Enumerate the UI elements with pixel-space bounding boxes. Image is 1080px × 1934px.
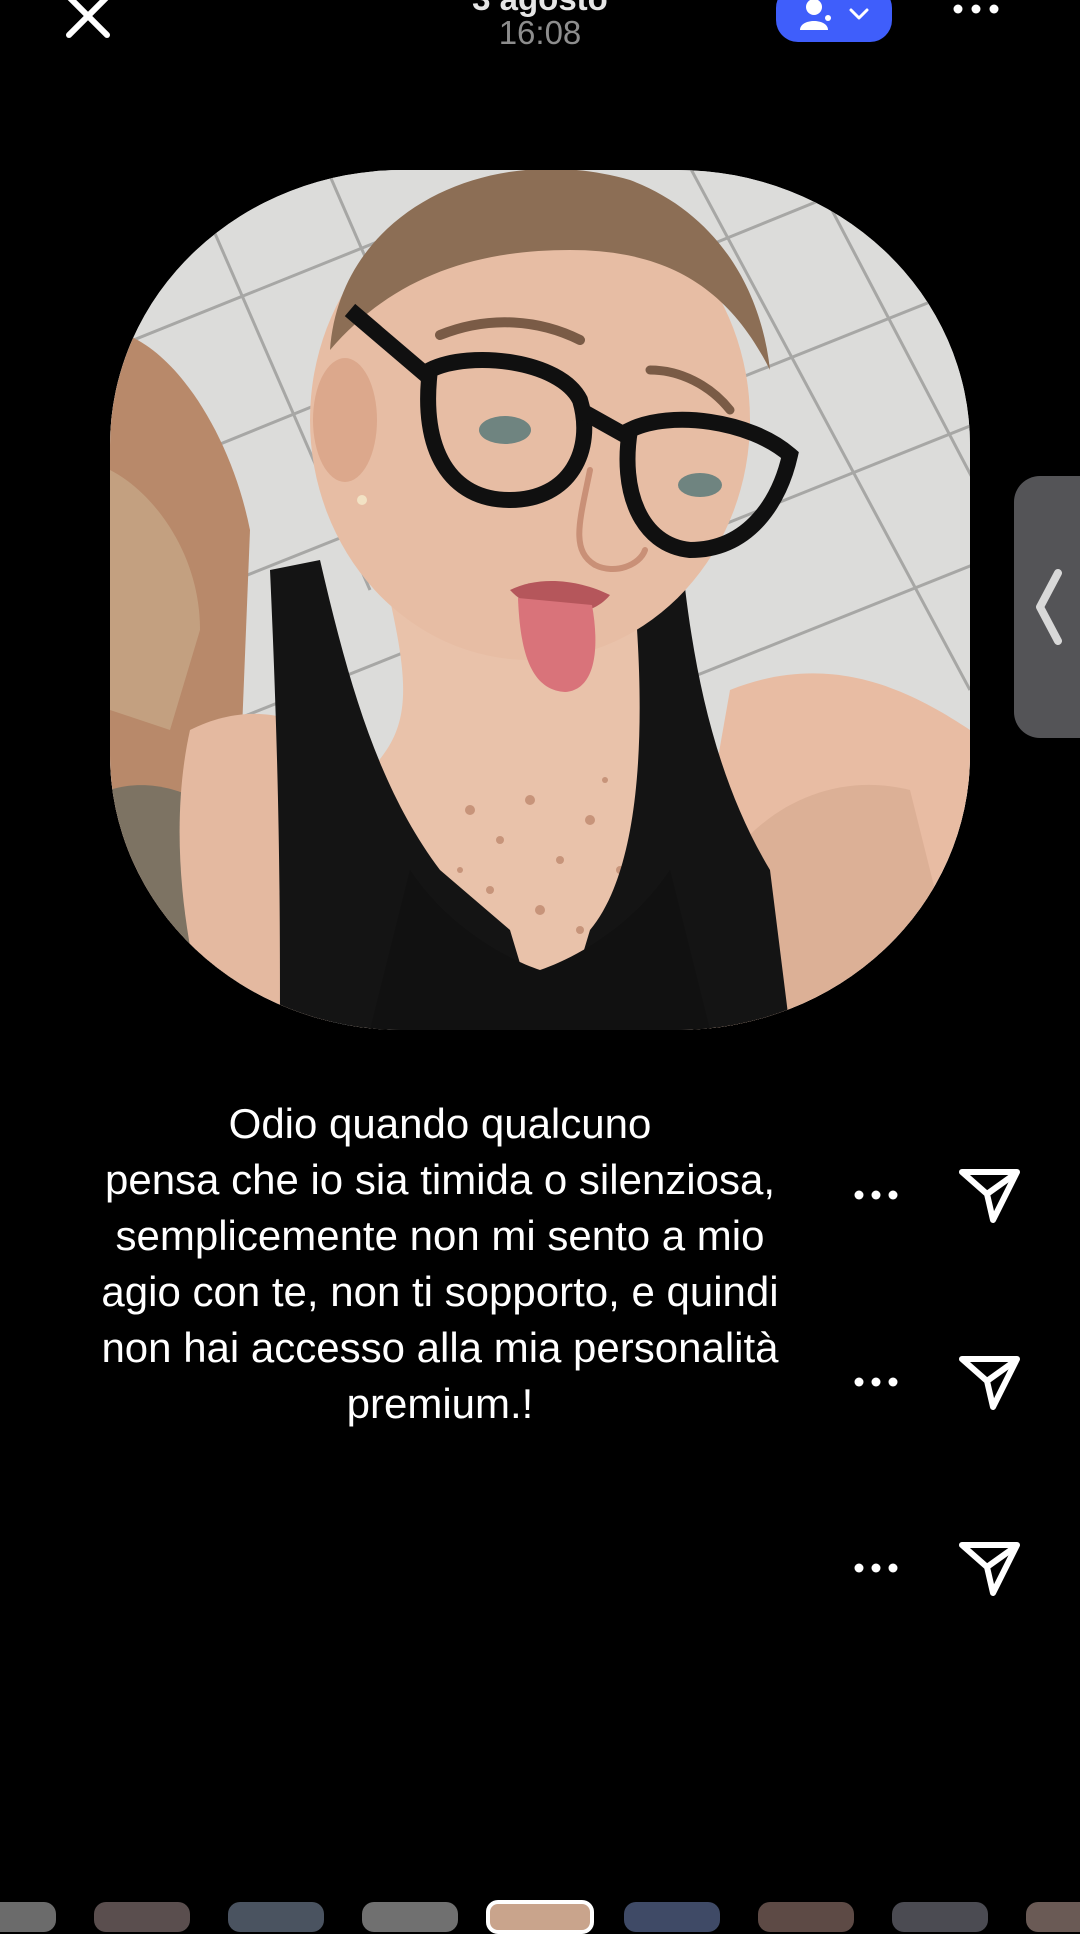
caption-line: Odio quando qualcuno [228, 1100, 652, 1147]
caption-line: pensa che io sia timida o silenziosa, [104, 1156, 776, 1203]
close-button[interactable] [58, 0, 118, 42]
caption-line: non hai accesso alla mia personalità [101, 1324, 779, 1371]
send-icon [959, 1542, 1020, 1596]
story-thumbnail[interactable] [624, 1902, 720, 1932]
more-horizontal-icon [854, 1377, 898, 1387]
viewer-row-actions [846, 1533, 1026, 1603]
story-header: 3 agosto 16:08 [0, 0, 1080, 70]
side-panel-handle[interactable] [1014, 476, 1080, 738]
story-thumbnail[interactable] [892, 1902, 988, 1932]
viewer-row-actions [846, 1347, 1026, 1417]
more-horizontal-icon [854, 1563, 898, 1573]
audience-button[interactable] [776, 0, 892, 42]
more-options-button[interactable] [948, 0, 1004, 24]
viewer-more-button[interactable] [846, 1175, 906, 1215]
viewer-more-button[interactable] [846, 1548, 906, 1588]
caption-line: semplicemente non mi sento a mio [115, 1212, 765, 1259]
chevron-down-icon [849, 8, 869, 20]
more-horizontal-icon [854, 1190, 898, 1200]
story-thumbnail[interactable] [0, 1902, 56, 1932]
story-thumbnail[interactable] [1026, 1902, 1080, 1932]
story-caption: Odio quando qualcuno pensa che io sia ti… [40, 1096, 840, 1432]
send-icon [959, 1356, 1020, 1410]
send-message-button[interactable] [954, 1160, 1026, 1230]
caption-line: premium.! [346, 1380, 534, 1427]
story-thumbnail-strip [0, 1900, 1080, 1934]
story-photo[interactable] [110, 170, 970, 1030]
story-thumbnail[interactable] [228, 1902, 324, 1932]
send-icon [959, 1169, 1020, 1223]
chevron-left-icon [1036, 569, 1062, 645]
close-icon [66, 0, 110, 38]
send-message-button[interactable] [954, 1347, 1026, 1417]
caption-line: agio con te, non ti sopporto, e quindi [101, 1268, 779, 1315]
selfie-photo [110, 170, 970, 1030]
send-message-button[interactable] [954, 1533, 1026, 1603]
story-thumbnail[interactable] [362, 1902, 458, 1932]
story-time: 16:08 [498, 14, 582, 51]
more-horizontal-icon [953, 4, 999, 14]
viewer-more-button[interactable] [846, 1362, 906, 1402]
story-thumbnail-selected[interactable] [486, 1900, 594, 1934]
story-thumbnail[interactable] [758, 1902, 854, 1932]
story-thumbnail[interactable] [94, 1902, 190, 1932]
viewer-row-actions [846, 1160, 1026, 1230]
user-icon [800, 0, 833, 30]
